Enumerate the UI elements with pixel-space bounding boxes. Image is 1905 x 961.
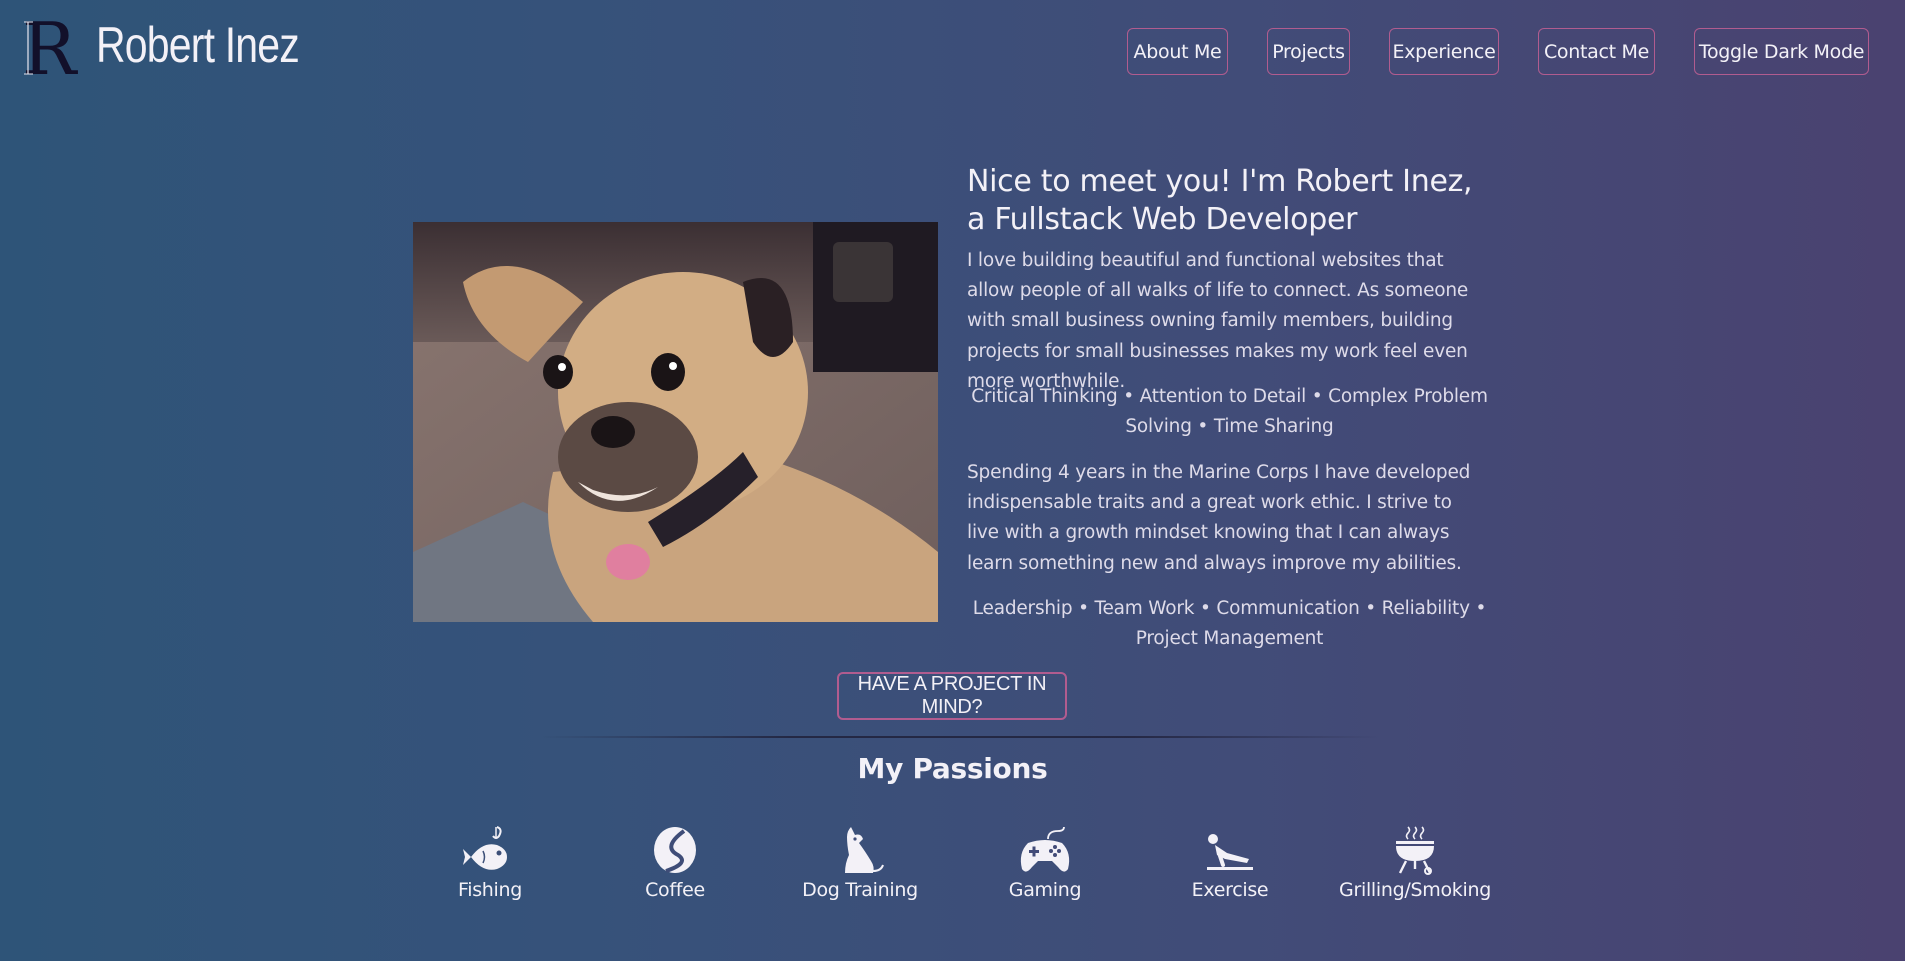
nav-about-me[interactable]: About Me <box>1127 28 1228 75</box>
dog-icon <box>845 827 884 873</box>
gamepad-icon <box>1020 826 1070 872</box>
passion-fishing: Fishing <box>395 825 585 905</box>
military-paragraph: Spending 4 years in the Marine Corps I h… <box>967 462 1471 574</box>
logo-icon[interactable]: R <box>22 14 88 86</box>
passion-label: Fishing <box>457 879 523 901</box>
fishing-icon <box>463 826 507 870</box>
project-cta-button[interactable]: HAVE A PROJECT IN MIND? <box>837 672 1067 720</box>
svg-text:R: R <box>22 14 78 86</box>
passion-dog-training: Dog Training <box>765 825 955 905</box>
toggle-dark-mode-button[interactable]: Toggle Dark Mode <box>1694 28 1869 75</box>
passion-exercise: Exercise <box>1135 825 1325 905</box>
section-divider <box>540 736 1380 738</box>
profile-dog-photo <box>413 222 938 622</box>
intro-paragraph: I love building beautiful and functional… <box>967 250 1469 392</box>
skills-list-primary: Critical Thinking • Attention to Detail … <box>971 386 1488 438</box>
passion-label: Gaming <box>1008 879 1082 901</box>
passion-label: Exercise <box>1191 879 1269 901</box>
passion-label: Coffee <box>645 879 705 901</box>
hero-title: Nice to meet you! I'm Robert Inez, a Ful… <box>967 164 1473 237</box>
passion-gaming: Gaming <box>950 825 1140 905</box>
nav-projects[interactable]: Projects <box>1267 28 1350 75</box>
passion-label: Dog Training <box>802 879 918 901</box>
site-name[interactable]: Robert Inez <box>96 16 300 74</box>
site-header: R Robert Inez About Me Projects Experien… <box>0 0 1905 100</box>
nav-experience[interactable]: Experience <box>1389 28 1499 75</box>
grill-icon <box>1396 826 1434 875</box>
skills-list-secondary: Leadership • Team Work • Communication •… <box>972 598 1487 650</box>
passion-label: Grilling/Smoking <box>1339 879 1491 901</box>
passions-title: My Passions <box>857 752 1048 785</box>
passion-grilling: Grilling/Smoking <box>1320 825 1510 905</box>
pushup-icon <box>1207 834 1253 870</box>
coffee-bean-icon <box>654 827 696 873</box>
passion-coffee: Coffee <box>580 825 770 905</box>
nav-contact-me[interactable]: Contact Me <box>1538 28 1655 75</box>
